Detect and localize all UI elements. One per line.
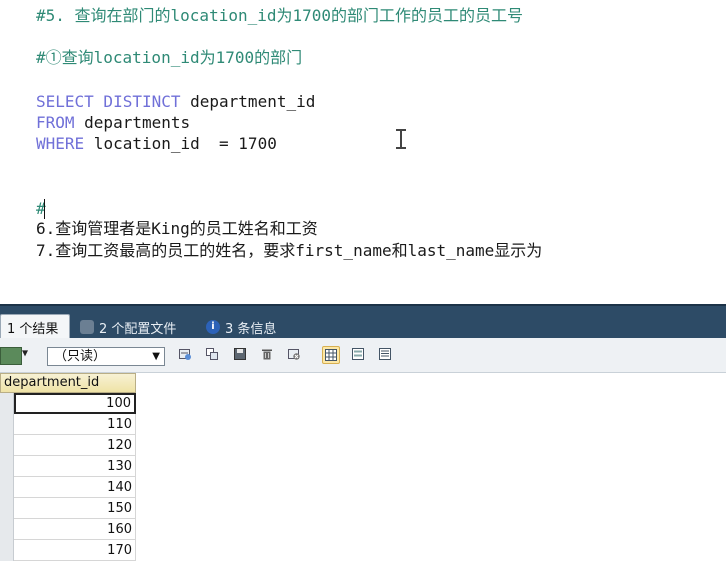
column-header-department-id[interactable]: department_id xyxy=(0,373,136,393)
row-header[interactable] xyxy=(0,393,14,414)
row-header[interactable] xyxy=(0,435,14,456)
tab-messages[interactable]: i 3 条信息 xyxy=(200,314,282,340)
save-button[interactable] xyxy=(232,346,250,364)
result-grid: department_id 100 110 120 130 140 150 16… xyxy=(0,373,136,561)
row-header[interactable] xyxy=(0,498,14,519)
keyword-where: WHERE xyxy=(36,134,85,153)
question-6-text: 6.查询管理者是King的员工姓名和工资 xyxy=(36,219,318,238)
ibeam-cursor-icon xyxy=(396,129,406,149)
keyword-from: FROM xyxy=(36,113,75,132)
table-cell[interactable]: 110 xyxy=(14,414,136,435)
table-cell[interactable]: 160 xyxy=(14,519,136,540)
result-tab-bar: 1 个结果 2 个配置文件 i 3 条信息 xyxy=(0,304,726,340)
sql-where-line: WHERE location_id = 1700 xyxy=(36,134,277,154)
grid-icon xyxy=(325,349,337,361)
sql-from-line: FROM departments xyxy=(36,113,190,133)
chevron-down-icon[interactable]: ▼ xyxy=(22,348,28,359)
sql-editor[interactable]: #5. 查询在部门的location_id为1700的部门工作的员工的员工号 #… xyxy=(0,0,726,304)
duplicate-row-button[interactable] xyxy=(204,346,222,364)
profile-icon xyxy=(80,320,94,334)
table-row[interactable]: 130 xyxy=(0,456,136,477)
sql-select-line: SELECT DISTINCT department_id xyxy=(36,92,315,112)
row-header[interactable] xyxy=(0,477,14,498)
table-cell[interactable]: 170 xyxy=(14,540,136,561)
tab-messages-label: 3 条信息 xyxy=(225,321,277,337)
table-cell[interactable]: 140 xyxy=(14,477,136,498)
insert-row-icon xyxy=(179,349,191,360)
edit-mode-select[interactable]: （只读） ▼ xyxy=(47,347,165,366)
table-cell[interactable]: 120 xyxy=(14,435,136,456)
table-row[interactable]: 170 xyxy=(0,540,136,561)
table-cell[interactable]: 150 xyxy=(14,498,136,519)
table-cell[interactable]: 130 xyxy=(14,456,136,477)
grid-view-icon[interactable] xyxy=(0,347,22,365)
form-mode-button[interactable] xyxy=(350,346,368,364)
row-header[interactable] xyxy=(0,519,14,540)
text-view-icon xyxy=(379,348,391,360)
text-caret xyxy=(44,199,45,219)
table-row[interactable]: 160 xyxy=(0,519,136,540)
comment-question-5: #5. 查询在部门的location_id为1700的部门工作的员工的员工号 xyxy=(36,6,524,25)
insert-row-button[interactable] xyxy=(177,346,195,364)
row-header[interactable] xyxy=(0,414,14,435)
tab-profiles-label: 2 个配置文件 xyxy=(99,321,177,337)
cancel-icon xyxy=(288,349,300,360)
form-icon xyxy=(352,348,364,360)
info-icon: i xyxy=(206,320,220,334)
select-columns: department_id xyxy=(180,92,316,111)
tab-results-label: 1 个结果 xyxy=(7,322,59,337)
row-header[interactable] xyxy=(0,456,14,477)
row-header[interactable] xyxy=(0,540,14,561)
cancel-changes-button[interactable] xyxy=(286,346,304,364)
delete-button[interactable] xyxy=(259,346,277,364)
question-7-text: 7.查询工资最高的员工的姓名，要求first_name和last_name显示为 xyxy=(36,241,543,260)
table-row[interactable]: 100 xyxy=(0,393,136,414)
tab-profiles[interactable]: 2 个配置文件 xyxy=(74,314,182,340)
table-cell[interactable]: 100 xyxy=(14,393,136,414)
keyword-select: SELECT DISTINCT xyxy=(36,92,181,111)
grid-mode-button[interactable] xyxy=(322,346,340,364)
where-condition: location_id = 1700 xyxy=(84,134,277,153)
table-row[interactable]: 120 xyxy=(0,435,136,456)
table-row[interactable]: 150 xyxy=(0,498,136,519)
save-icon xyxy=(234,348,246,360)
table-row[interactable]: 110 xyxy=(0,414,136,435)
select-arrow-icon: ▼ xyxy=(152,351,160,362)
edit-mode-value: （只读） xyxy=(54,349,107,364)
text-mode-button[interactable] xyxy=(377,346,395,364)
comment-step-1: #①查询location_id为1700的部门 xyxy=(36,48,303,67)
tab-results[interactable]: 1 个结果 xyxy=(0,314,70,340)
result-grid-empty-area xyxy=(136,373,726,556)
table-row[interactable]: 140 xyxy=(0,477,136,498)
trash-icon xyxy=(262,349,272,360)
result-toolbar: ▼ （只读） ▼ xyxy=(0,338,726,373)
duplicate-icon xyxy=(206,348,218,360)
from-table: departments xyxy=(74,113,191,132)
